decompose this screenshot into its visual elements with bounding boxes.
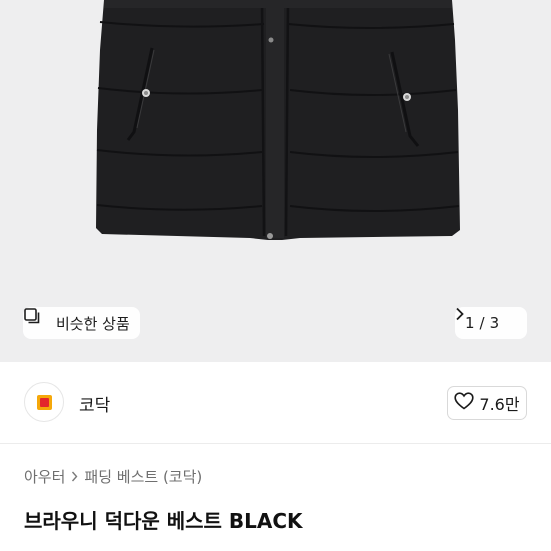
pager-total: 3 [489, 314, 500, 332]
shop-info-row: 코닥 7.6만 [0, 362, 551, 444]
product-title: 브라우니 덕다운 베스트 BLACK [24, 509, 303, 533]
pager-separator: / [479, 314, 485, 332]
like-count: 7.6만 [479, 395, 520, 414]
product-image-gallery[interactable]: 비슷한 상품 1 / 3 [0, 0, 551, 362]
gallery-pager[interactable]: 1 / 3 [455, 307, 527, 339]
breadcrumb-item-category[interactable]: 패딩 베스트 (코닥) [84, 466, 202, 487]
heart-outline-icon [454, 392, 475, 414]
breadcrumb-item-outer[interactable]: 아우터 [24, 466, 65, 487]
kodak-logo [36, 394, 52, 410]
breadcrumb: 아우터 패딩 베스트 (코닥) [24, 466, 202, 487]
pager-current: 1 [465, 314, 475, 332]
shop-avatar[interactable] [24, 382, 64, 422]
like-button[interactable]: 7.6만 [447, 386, 527, 420]
similar-products-icon [24, 308, 50, 332]
pager-text: 1 / 3 [465, 314, 499, 332]
shop-name[interactable]: 코닥 [79, 391, 110, 416]
similar-products-label: 비슷한 상품 [56, 314, 130, 333]
similar-products-button[interactable]: 비슷한 상품 [23, 307, 140, 339]
chevron-right-icon [71, 468, 78, 486]
